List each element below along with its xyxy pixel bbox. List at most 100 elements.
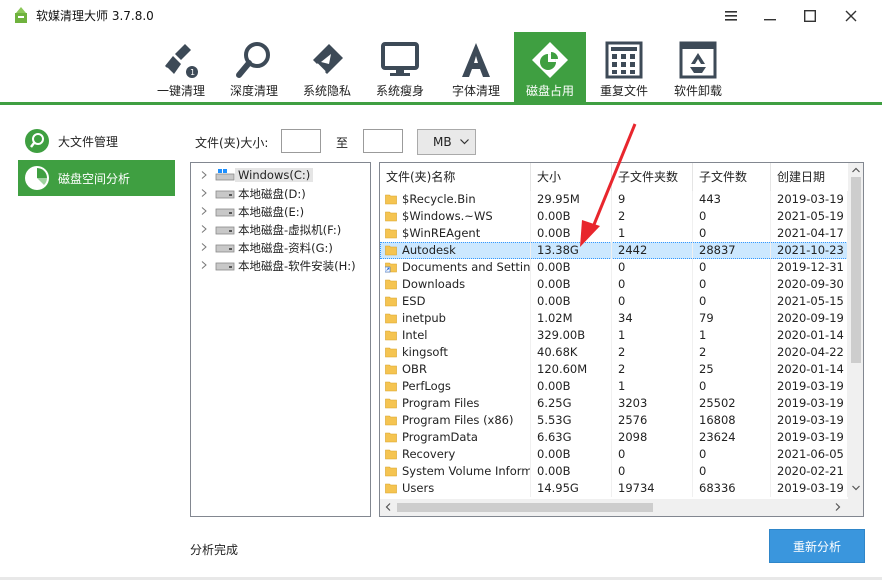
tree-node-label: 本地磁盘-资料(G:): [238, 241, 333, 255]
tree-node-drive-g[interactable]: 本地磁盘-资料(G:): [191, 238, 370, 256]
table-row[interactable]: Recovery0.00B002021-06-05 10: [380, 446, 848, 463]
tree-node-drive-d[interactable]: 本地磁盘(D:): [191, 184, 370, 202]
unit-select[interactable]: MB: [417, 129, 476, 155]
scroll-right-icon[interactable]: [835, 503, 841, 511]
table-row[interactable]: Users 14.95G19734683362019-03-19 12: [380, 480, 848, 497]
tool-privacy[interactable]: 系统隐私: [291, 32, 363, 102]
expand-icon[interactable]: [201, 207, 207, 215]
expand-icon[interactable]: [201, 225, 207, 233]
column-header-size[interactable]: 大小: [531, 163, 612, 191]
cell-size: 6.25G: [531, 395, 612, 412]
cell-folders: 34: [612, 310, 693, 327]
tree-node-drive-e[interactable]: 本地磁盘(E:): [191, 202, 370, 220]
file-name: $Recycle.Bin: [402, 192, 476, 206]
scroll-down-icon[interactable]: [852, 485, 860, 491]
folder-icon: [385, 330, 397, 341]
tree-node-drive-h[interactable]: 本地磁盘-软件安装(H:): [191, 256, 370, 274]
tool-deep-clean[interactable]: 深度清理: [218, 32, 290, 102]
maximize-icon: [804, 10, 816, 22]
cell-folders: 0: [612, 446, 693, 463]
horizontal-scroll-thumb[interactable]: [397, 503, 653, 512]
tool-uninstall[interactable]: 软件卸载: [662, 32, 734, 102]
expand-icon[interactable]: [201, 171, 207, 179]
rescan-button[interactable]: 重新分析: [769, 529, 865, 563]
drive-icon: [215, 262, 235, 271]
max-size-input[interactable]: [363, 129, 403, 153]
cell-folders: 2576: [612, 412, 693, 429]
column-header-files[interactable]: 子文件数: [693, 163, 771, 191]
table-row[interactable]: $WinREAgent 0.00B102021-04-17 12: [380, 225, 848, 242]
cell-date: 2021-06-05 10: [771, 446, 848, 463]
table-row[interactable]: inetpub 1.02M34792020-09-19 10: [380, 310, 848, 327]
folder-icon: [385, 228, 397, 239]
vertical-scrollbar[interactable]: [848, 163, 863, 499]
folder-icon: [385, 381, 397, 392]
cell-date: 2021-04-17 12: [771, 225, 848, 242]
column-header-folders[interactable]: 子文件夹数: [612, 163, 693, 191]
cell-name: Recovery: [380, 446, 531, 463]
minimize-button[interactable]: [750, 0, 790, 32]
menu-button[interactable]: [711, 0, 751, 32]
cell-name: ProgramData: [380, 429, 531, 446]
expand-icon[interactable]: [201, 261, 207, 269]
column-header-name[interactable]: 文件(夹)名称: [380, 163, 531, 191]
tree-node-drive-f[interactable]: 本地磁盘-虚拟机(F:): [191, 220, 370, 238]
expand-icon[interactable]: [201, 189, 207, 197]
tree-node-label: 本地磁盘(D:): [238, 187, 306, 201]
column-header-date[interactable]: 创建日期: [771, 163, 848, 191]
drive-tree: Windows(C:) 本地磁盘(D:) 本地磁盘(E:) 本地磁盘-虚拟机(F…: [190, 162, 371, 517]
sidebar-item-large-files[interactable]: 大文件管理: [18, 123, 175, 159]
folder-shortcut-icon: [385, 262, 397, 273]
table-row[interactable]: $Windows.~WS 0.00B202021-05-19 09: [380, 208, 848, 225]
table-row[interactable]: OBR 120.60M2252020-01-14 11: [380, 361, 848, 378]
table-row[interactable]: Intel329.00B112020-01-14 10: [380, 327, 848, 344]
close-button[interactable]: [831, 0, 871, 32]
folder-icon: [385, 449, 397, 460]
table-row[interactable]: Program Files 6.25G3203255022019-03-19 12: [380, 395, 848, 412]
tool-font-clean[interactable]: 字体清理: [440, 32, 512, 102]
tool-system-slim[interactable]: 系统瘦身: [364, 32, 436, 102]
table-row[interactable]: kingsoft40.68K222020-04-22 13: [380, 344, 848, 361]
table-row[interactable]: Documents and Settings 0.00B 0 0 2019-12-31 …: [380, 259, 848, 276]
cell-size: 0.00B: [531, 293, 612, 310]
size-filter-label: 文件(夹)大小:: [195, 136, 269, 150]
cell-folders: 2: [612, 208, 693, 225]
cell-name: System Volume Inform…: [380, 463, 531, 480]
sidebar-item-disk-analysis[interactable]: 磁盘空间分析: [18, 160, 175, 196]
table-row[interactable]: ESD0.00B002021-05-15 20: [380, 293, 848, 310]
cell-files: 0: [693, 378, 771, 395]
min-size-input[interactable]: [281, 129, 321, 153]
file-name: Intel: [402, 328, 428, 342]
windows-drive-icon: [215, 169, 235, 181]
scrollbar-corner: [848, 499, 863, 516]
tool-duplicate-files[interactable]: 重复文件: [588, 32, 660, 102]
scroll-left-icon[interactable]: [385, 503, 391, 511]
expand-icon[interactable]: [201, 243, 207, 251]
table-row[interactable]: System Volume Inform…0.00B002020-02-21 1…: [380, 463, 848, 480]
cell-date: 2020-04-22 13: [771, 344, 848, 361]
close-icon: [845, 10, 857, 22]
horizontal-scrollbar[interactable]: [380, 499, 848, 516]
cell-size: 1.02M: [531, 310, 612, 327]
drive-icon: [215, 208, 235, 217]
maximize-button[interactable]: [790, 0, 830, 32]
scroll-up-icon[interactable]: [852, 167, 860, 173]
folder-icon: [385, 194, 397, 205]
tool-disk-usage[interactable]: 磁盘占用: [514, 32, 586, 102]
table-row[interactable]: Program Files (x86) 5.53G 2576 16808 2019-03…: [380, 412, 848, 429]
tree-node-label: 本地磁盘(E:): [238, 205, 305, 219]
cell-folders: 0: [612, 463, 693, 480]
tree-node-drive-c[interactable]: Windows(C:): [191, 166, 370, 184]
table-row[interactable]: PerfLogs 0.00B102019-03-19 12: [380, 378, 848, 395]
file-name: PerfLogs: [402, 379, 451, 393]
cell-folders: 9: [612, 191, 693, 208]
cell-files: 0: [693, 276, 771, 293]
table-row[interactable]: Autodesk 13.38G2442288372021-10-23 12: [380, 242, 848, 259]
folder-icon: [385, 296, 397, 307]
tool-one-click-clean[interactable]: 1 一键清理: [145, 32, 217, 102]
table-row[interactable]: ProgramData 6.63G2098236242019-03-19 12: [380, 429, 848, 446]
sidebar-item-label: 大文件管理: [58, 134, 119, 149]
vertical-scroll-thumb[interactable]: [851, 177, 861, 363]
table-row[interactable]: $Recycle.Bin 29.95M94432019-03-19 12: [380, 191, 848, 208]
table-row[interactable]: Downloads0.00B002020-09-30 17: [380, 276, 848, 293]
